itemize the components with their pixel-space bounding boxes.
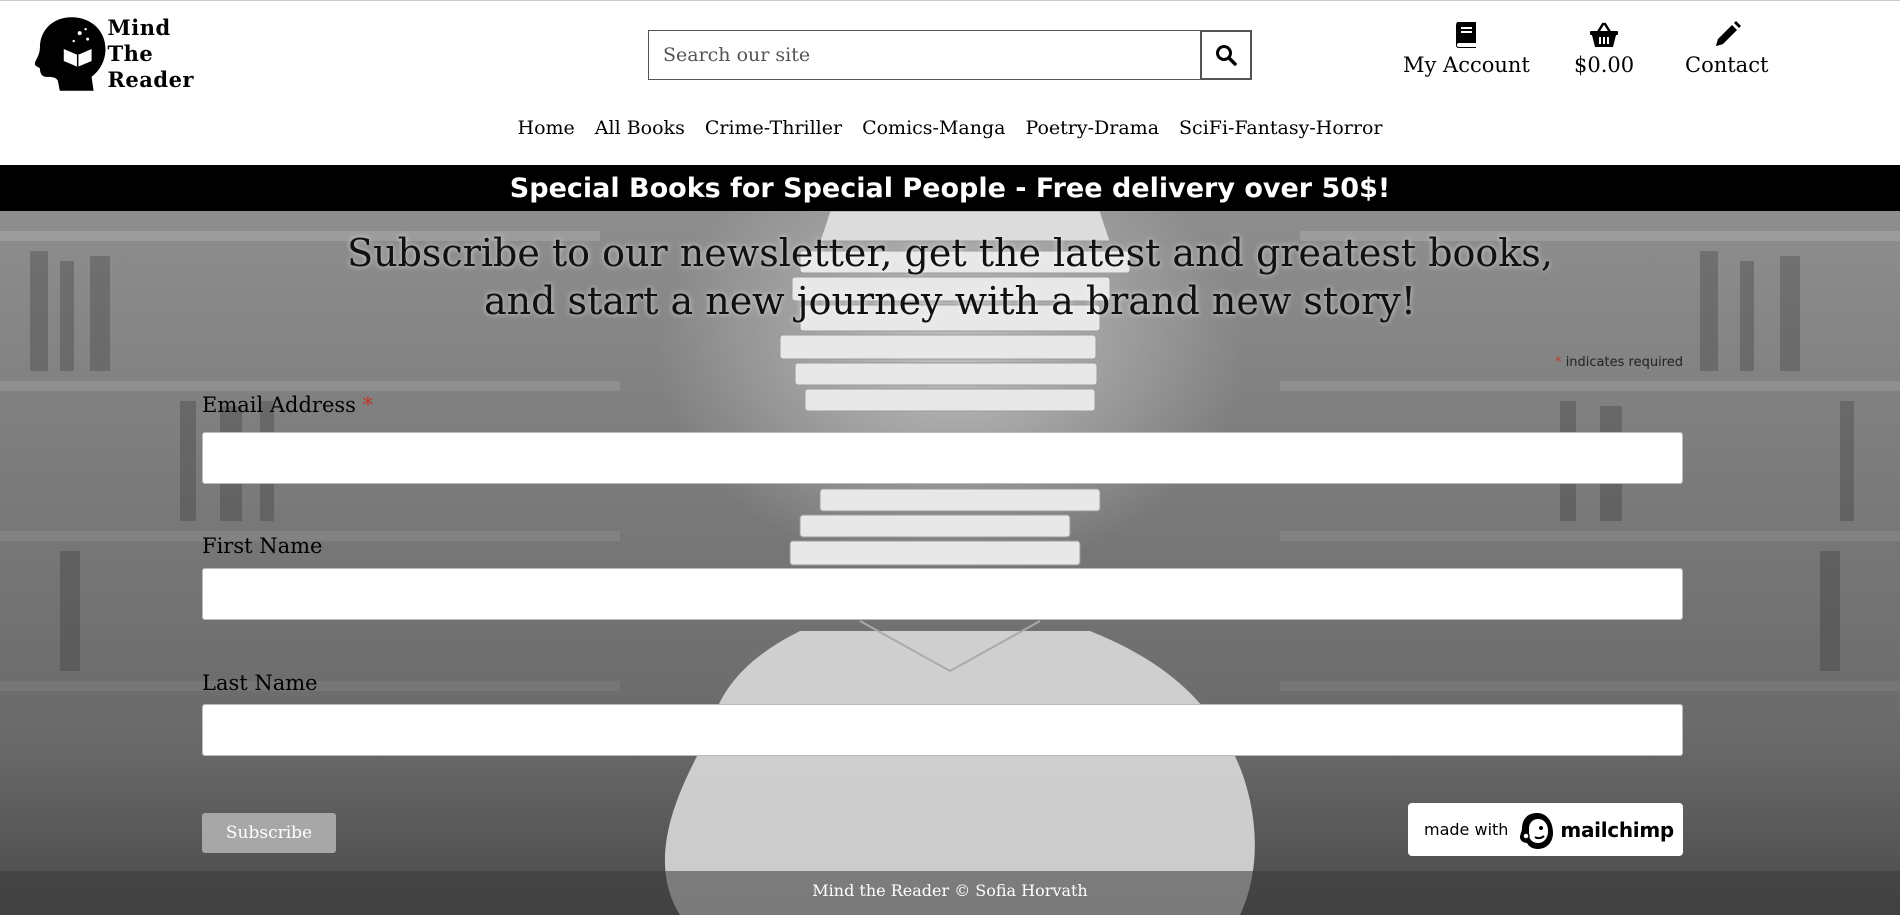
contact-label: Contact [1685, 53, 1769, 77]
newsletter-title-line: and start a new journey with a brand new… [484, 279, 1416, 323]
nav-scifi-fantasy-horror[interactable]: SciFi-Fantasy-Horror [1179, 117, 1382, 139]
my-account-label: My Account [1403, 53, 1530, 77]
promo-banner: Special Books for Special People - Free … [0, 165, 1900, 211]
email-label-text: Email Address [202, 393, 356, 417]
header-links: My Account $0.00 Contact [0, 19, 1900, 89]
first-name-label: First Name [202, 534, 322, 558]
newsletter-section: Subscribe to our newsletter, get the lat… [0, 211, 1900, 915]
basket-icon [1590, 22, 1619, 47]
badge-prefix: made with [1424, 820, 1509, 839]
required-note-text: indicates required [1565, 355, 1683, 370]
last-name-label-text: Last Name [202, 671, 318, 695]
mailchimp-freddie-icon [1520, 812, 1554, 849]
nav-home[interactable]: Home [518, 117, 575, 139]
my-account-link[interactable]: My Account [1403, 19, 1530, 77]
cart-link[interactable]: $0.00 [1574, 19, 1634, 77]
last-name-label: Last Name [202, 671, 318, 695]
book-icon [1456, 22, 1477, 48]
newsletter-title-line: Subscribe to our newsletter, get the lat… [347, 231, 1553, 275]
email-field[interactable] [202, 432, 1683, 484]
site-header: Mind The Reader My Account [0, 0, 1900, 165]
email-required-star: * [362, 393, 374, 417]
nav-comics-manga[interactable]: Comics-Manga [862, 117, 1005, 139]
first-name-field[interactable] [202, 568, 1683, 620]
badge-brand: mailchimp [1560, 817, 1674, 842]
nav-crime-thriller[interactable]: Crime-Thriller [705, 117, 842, 139]
contact-link[interactable]: Contact [1685, 19, 1768, 77]
required-note: * indicates required [1555, 355, 1683, 370]
first-name-label-text: First Name [202, 534, 323, 558]
last-name-field[interactable] [202, 704, 1683, 756]
newsletter-title: Subscribe to our newsletter, get the lat… [0, 229, 1900, 325]
mailchimp-badge[interactable]: made with mailchimp [1408, 803, 1683, 856]
pencil-icon [1715, 21, 1741, 46]
subscribe-button[interactable]: Subscribe [202, 813, 336, 853]
email-label: Email Address * [202, 393, 373, 417]
main-nav: Home All Books Crime-Thriller Comics-Man… [0, 117, 1900, 139]
nav-poetry-drama[interactable]: Poetry-Drama [1025, 117, 1159, 139]
footer-copyright: Mind the Reader © Sofia Horvath [812, 881, 1088, 900]
cart-total: $0.00 [1574, 53, 1635, 77]
required-star: * [1555, 355, 1562, 370]
nav-all-books[interactable]: All Books [595, 117, 685, 139]
